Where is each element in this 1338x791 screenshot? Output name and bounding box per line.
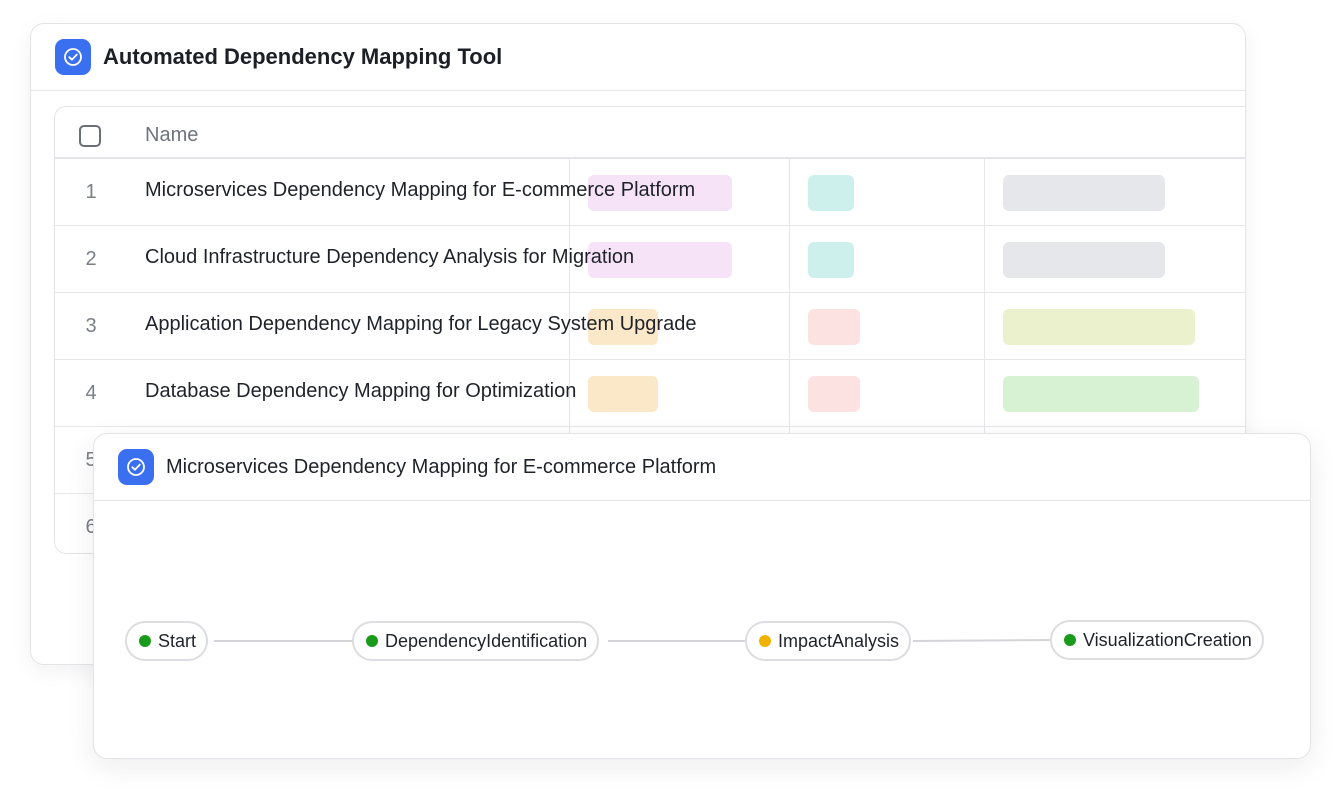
status-tag [808, 175, 854, 211]
app-title: Automated Dependency Mapping Tool [103, 44, 503, 69]
status-dot [1064, 634, 1076, 646]
status-dot [366, 635, 378, 647]
workflow-node-impact-analysis[interactable]: ImpactAnalysis [745, 621, 912, 661]
check-circle-icon [55, 39, 91, 75]
table-header: Name [55, 107, 1245, 159]
column-divider [984, 293, 985, 359]
row-title: Application Dependency Mapping for Legac… [145, 313, 697, 335]
progress-tag [1003, 175, 1165, 211]
row-title: Database Dependency Mapping for Optimiza… [145, 380, 577, 402]
status-tag [808, 376, 860, 412]
workflow-node-visualization-creation[interactable]: VisualizationCreation [1050, 620, 1264, 660]
row-number: 4 [85, 382, 97, 404]
column-divider [984, 226, 985, 292]
status-dot [759, 635, 771, 647]
table-row[interactable]: 1 Microservices Dependency Mapping for E… [55, 159, 1245, 226]
row-number: 2 [85, 248, 97, 270]
workflow-card: Microservices Dependency Mapping for E-c… [93, 433, 1311, 759]
workflow-node-start[interactable]: Start [125, 621, 209, 661]
table-row[interactable]: 4 Database Dependency Mapping for Optimi… [55, 360, 1245, 427]
table-row[interactable]: 3 Application Dependency Mapping for Leg… [55, 293, 1245, 360]
progress-tag [1003, 242, 1165, 278]
row-number: 3 [85, 315, 97, 337]
category-tag [588, 376, 658, 412]
node-label: DependencyIdentification [385, 630, 588, 651]
column-divider [984, 159, 985, 225]
workflow-node-dependency-identification[interactable]: DependencyIdentification [352, 621, 600, 661]
progress-tag [1003, 376, 1199, 412]
node-label: VisualizationCreation [1083, 629, 1252, 650]
select-all-checkbox[interactable] [79, 125, 101, 147]
column-divider [789, 293, 790, 359]
status-tag [808, 242, 854, 278]
row-title: Cloud Infrastructure Dependency Analysis… [145, 246, 635, 268]
panel-header: Automated Dependency Mapping Tool [31, 24, 1245, 91]
node-label: Start [158, 630, 197, 651]
column-divider [789, 360, 790, 426]
workflow-edges [214, 639, 1053, 642]
column-divider [789, 159, 790, 225]
status-tag [808, 309, 860, 345]
row-title: Microservices Dependency Mapping for E-c… [145, 179, 696, 201]
node-label: ImpactAnalysis [778, 630, 900, 651]
edge [912, 639, 1053, 642]
row-number: 1 [85, 181, 97, 203]
column-header-name: Name [145, 124, 199, 146]
status-dot [139, 635, 151, 647]
column-divider [789, 226, 790, 292]
table-row[interactable]: 2 Cloud Infrastructure Dependency Analys… [55, 226, 1245, 293]
column-divider [984, 360, 985, 426]
progress-tag [1003, 309, 1195, 345]
